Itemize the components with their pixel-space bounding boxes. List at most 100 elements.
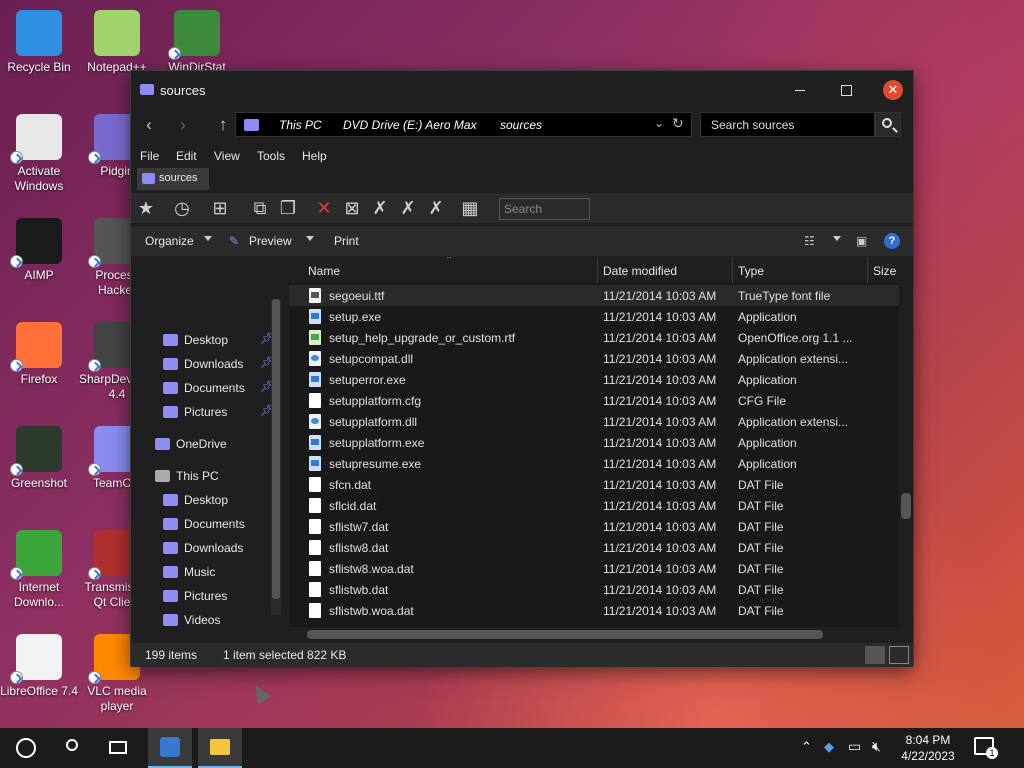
breadcrumb-sources[interactable]: sources — [500, 118, 542, 132]
network-tray-icon[interactable]: ◆ — [824, 739, 834, 755]
taskbar-app-remote[interactable] — [148, 728, 192, 768]
clock[interactable]: 8:04 PM 4/22/2023 — [893, 732, 963, 764]
file-row[interactable]: setup_help_upgrade_or_custom.rtf 11/21/20… — [289, 327, 899, 348]
menu-tools[interactable]: Tools — [257, 149, 285, 163]
nav-item[interactable]: Downloads 📌︎ — [163, 353, 283, 375]
nav-item[interactable]: Pictures 📌︎ — [163, 401, 283, 423]
search-button[interactable] — [875, 112, 901, 137]
horizontal-scrollbar[interactable] — [289, 627, 899, 641]
back-button[interactable]: ‹ — [137, 113, 161, 137]
chevron-down-icon[interactable]: ⌄ — [654, 116, 664, 130]
file-row[interactable]: sflistw8.dat 11/21/2014 10:03 AM DAT File — [289, 537, 899, 558]
desktop-icon[interactable]: Activate Windows — [0, 114, 78, 194]
maximize-button[interactable] — [823, 77, 869, 103]
file-row[interactable]: sflistw7.dat 11/21/2014 10:03 AM DAT File — [289, 516, 899, 537]
column-type[interactable]: Type — [738, 264, 764, 278]
refresh-icon[interactable]: ↻ — [672, 115, 684, 132]
title-bar[interactable]: sources ✕ — [131, 71, 913, 107]
file-row[interactable]: setuperror.exe 11/21/2014 10:03 AM Applica… — [289, 369, 899, 390]
file-row[interactable]: sflcid.dat 11/21/2014 10:03 AM DAT File — [289, 495, 899, 516]
minimize-button[interactable] — [777, 77, 823, 103]
column-size[interactable]: Size — [873, 264, 896, 278]
file-row[interactable]: sflistwb.woa.dat 11/21/2014 10:03 AM DAT F… — [289, 600, 899, 621]
tab-sources[interactable]: sources — [137, 168, 209, 190]
help-icon[interactable]: ? — [884, 233, 900, 249]
nav-item[interactable]: Desktop — [163, 489, 283, 511]
taskbar-app-explorer[interactable] — [198, 728, 242, 768]
menu-file[interactable]: File — [140, 149, 159, 163]
view-options-icon[interactable]: ▦ — [459, 197, 481, 219]
file-row[interactable]: setupplatform.cfg 11/21/2014 10:03 AM CFG … — [289, 390, 899, 411]
print-button[interactable]: Print — [334, 234, 359, 248]
breadcrumb-dvd-drive[interactable]: DVD Drive (E:) Aero Max — [343, 118, 477, 132]
volume-muted-icon[interactable]: 🔇︎ — [872, 738, 881, 755]
nav-item[interactable]: Desktop 📌︎ — [163, 329, 283, 351]
chevron-up-icon[interactable]: ⌃ — [801, 739, 812, 755]
nav-item[interactable]: Videos — [163, 609, 283, 631]
toolbar-search-input[interactable]: Search — [499, 198, 590, 220]
menu-help[interactable]: Help — [302, 149, 327, 163]
nav-item[interactable]: Documents 📌︎ — [163, 377, 283, 399]
close-left-icon[interactable]: ✗ — [369, 197, 391, 219]
file-row[interactable]: setupcompat.dll 11/21/2014 10:03 AM Applic… — [289, 348, 899, 369]
nav-scrollbar[interactable] — [271, 299, 281, 615]
desktop-icon[interactable]: AIMP — [0, 218, 78, 283]
desktop-icon[interactable]: Notepad++ — [78, 10, 156, 75]
desktop-icon[interactable]: Recycle Bin — [0, 10, 78, 75]
scroll-thumb[interactable] — [272, 299, 280, 599]
file-row[interactable]: setupplatform.dll 11/21/2014 10:03 AM Appl… — [289, 411, 899, 432]
notification-center-button[interactable]: 1 — [974, 737, 998, 759]
column-date-modified[interactable]: Date modified — [603, 264, 677, 278]
chevron-down-icon[interactable] — [833, 236, 841, 241]
star-icon[interactable]: ★ — [135, 197, 157, 219]
file-row[interactable]: setupresume.exe 11/21/2014 10:03 AM Applic… — [289, 453, 899, 474]
file-row[interactable]: sfcn.dat 11/21/2014 10:03 AM DAT File — [289, 474, 899, 495]
address-bar[interactable]: This PC DVD Drive (E:) Aero Max sources … — [235, 112, 692, 137]
file-row[interactable]: sflistwb.dat 11/21/2014 10:03 AM DAT File — [289, 579, 899, 600]
desktop-icon[interactable]: Firefox — [0, 322, 78, 387]
desktop-icon[interactable]: Internet Downlo... — [0, 530, 78, 610]
organize-button[interactable]: Organize — [145, 234, 194, 248]
nav-item[interactable]: Music — [163, 561, 283, 583]
scroll-thumb[interactable] — [901, 493, 911, 519]
close-tab-icon[interactable]: ✕ — [313, 197, 335, 219]
preview-button[interactable]: Preview — [249, 234, 292, 248]
network-icon[interactable]: ▭ — [848, 738, 861, 755]
breadcrumb-this-pc[interactable]: This PC — [279, 118, 322, 132]
column-name[interactable]: Name — [308, 264, 340, 278]
close-button[interactable]: ✕ — [869, 77, 915, 103]
large-icons-view-button[interactable] — [889, 646, 909, 664]
search-input[interactable]: Search sources — [700, 112, 875, 137]
desktop-icon[interactable]: LibreOffice 7.4 — [0, 634, 78, 699]
close-all-icon[interactable]: ✗ — [425, 197, 447, 219]
task-view-button[interactable] — [96, 728, 140, 768]
start-button[interactable] — [4, 728, 48, 768]
scroll-thumb[interactable] — [307, 630, 823, 639]
clock-icon[interactable]: ◷ — [171, 197, 193, 219]
nav-item[interactable]: Downloads — [163, 537, 283, 559]
file-row[interactable]: setupplatform.exe 11/21/2014 10:03 AM Appl… — [289, 432, 899, 453]
chevron-down-icon[interactable] — [204, 236, 212, 241]
nav-item[interactable]: Pictures — [163, 585, 283, 607]
desktop-icon-windirstat[interactable]: WinDirStat — [158, 10, 236, 75]
file-row[interactable]: sflistw8.woa.dat 11/21/2014 10:03 AM DAT F… — [289, 558, 899, 579]
change-view-icon[interactable]: ☷ — [804, 234, 815, 248]
search-button[interactable] — [50, 728, 94, 768]
file-row[interactable]: segoeui.ttf 11/21/2014 10:03 AM TrueType f… — [289, 285, 899, 306]
file-row[interactable]: setup.exe 11/21/2014 10:03 AM Application — [289, 306, 899, 327]
up-button[interactable]: ↑ — [211, 113, 235, 137]
details-view-button[interactable] — [865, 646, 885, 664]
desktop-icon[interactable]: Greenshot — [0, 426, 78, 491]
chevron-down-icon[interactable] — [306, 236, 314, 241]
close-others-icon[interactable]: ⊠ — [341, 197, 363, 219]
nav-this-pc[interactable]: This PC — [155, 465, 275, 487]
menu-view[interactable]: View — [214, 149, 240, 163]
window-group-icon[interactable]: ⧉ — [249, 197, 271, 219]
close-right-icon[interactable]: ✗ — [397, 197, 419, 219]
preview-pane-icon[interactable]: ▣ — [856, 234, 867, 248]
nav-item[interactable]: Documents — [163, 513, 283, 535]
menu-edit[interactable]: Edit — [176, 149, 197, 163]
nav-onedrive[interactable]: OneDrive — [155, 433, 275, 455]
forward-button[interactable]: › — [171, 113, 195, 137]
windows-icon[interactable]: ⊞ — [209, 197, 231, 219]
